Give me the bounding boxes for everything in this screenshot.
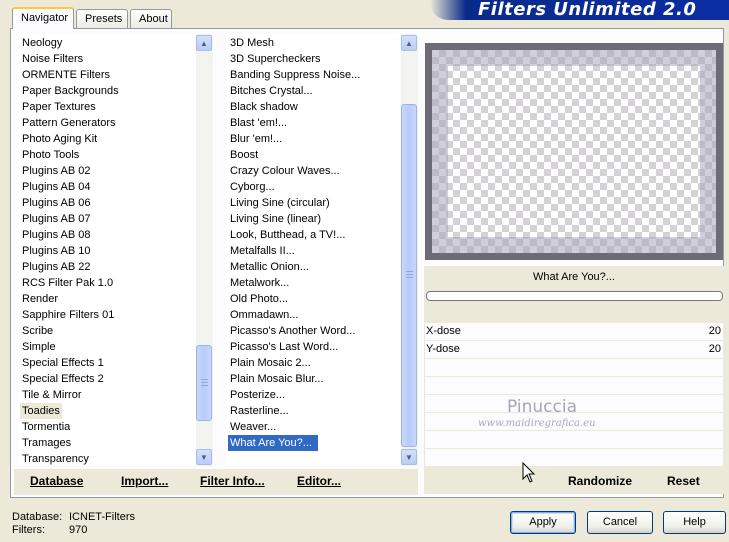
category-item[interactable]: ORMENTE Filters — [22, 67, 110, 83]
filter-item[interactable]: Blur 'em!... — [230, 131, 282, 147]
progress-bar — [426, 291, 723, 301]
category-item[interactable]: Transparency — [22, 451, 89, 466]
param-slot-8 — [425, 449, 723, 467]
filter-item[interactable]: Picasso's Last Word... — [230, 339, 338, 355]
tab-presets[interactable]: Presets — [76, 9, 128, 28]
watermark-name: Pinuccia — [507, 397, 577, 417]
filter-item[interactable]: Metallic Onion... — [230, 259, 309, 275]
filter-list[interactable]: 3D Mesh 3D Supercheckers Banding Suppress … — [226, 34, 400, 466]
category-item[interactable]: Tile & Mirror — [22, 387, 81, 403]
scroll-down-icon[interactable]: ▼ — [196, 449, 212, 465]
category-item[interactable]: Sapphire Filters 01 — [22, 307, 114, 323]
filter-item[interactable]: Boost — [230, 147, 258, 163]
filter-item[interactable]: Bitches Crystal... — [230, 83, 313, 99]
filters-count: 970 — [69, 524, 88, 536]
category-item[interactable]: Plugins AB 04 — [22, 179, 91, 195]
category-item[interactable]: Photo Aging Kit — [22, 131, 97, 147]
category-item[interactable]: Tramages — [22, 435, 71, 451]
database-label: Database: — [12, 511, 63, 523]
category-item[interactable]: Neology — [22, 35, 62, 51]
category-item[interactable]: Render — [22, 291, 58, 307]
param-slot-3 — [425, 359, 723, 377]
filter-item[interactable]: Banding Suppress Noise... — [230, 67, 360, 83]
database-value: ICNET-Filters — [69, 511, 135, 523]
scroll-down-icon[interactable]: ▼ — [401, 449, 417, 465]
filter-item[interactable]: Ommadawn... — [230, 307, 298, 323]
filter-item[interactable]: Living Sine (linear) — [230, 211, 321, 227]
param-label: X-dose — [426, 325, 461, 337]
category-item[interactable]: Tormentia — [22, 419, 70, 435]
editor-button[interactable]: Editor... — [297, 474, 341, 488]
category-scrollbar[interactable]: ▲ ▼ — [196, 34, 213, 466]
category-item[interactable]: Toadies — [20, 403, 62, 419]
watermark-url: www.maidiregrafica.eu — [478, 418, 596, 429]
param-y-dose[interactable]: Y-dose 20 — [425, 341, 723, 359]
help-button[interactable]: Help — [663, 511, 726, 534]
category-item[interactable]: Plugins AB 10 — [22, 243, 91, 259]
param-slot-7 — [425, 431, 723, 449]
filter-item[interactable]: Posterize... — [230, 387, 285, 403]
category-item[interactable]: Plugins AB 08 — [22, 227, 91, 243]
category-item[interactable]: Special Effects 1 — [22, 355, 104, 371]
randomize-button[interactable]: Randomize — [568, 474, 632, 488]
filter-info-button[interactable]: Filter Info... — [200, 474, 265, 488]
filter-item[interactable]: Old Photo... — [230, 291, 288, 307]
filter-item[interactable]: Metalwork... — [230, 275, 289, 291]
param-slot-4 — [425, 377, 723, 395]
filter-item[interactable]: Plain Mosaic Blur... — [230, 371, 324, 387]
scroll-up-icon[interactable]: ▲ — [196, 35, 212, 51]
category-item[interactable]: Paper Textures — [22, 99, 96, 115]
scroll-thumb[interactable] — [401, 104, 417, 447]
tab-about[interactable]: About — [130, 9, 172, 28]
filter-item[interactable]: Blast 'em!... — [230, 115, 287, 131]
category-item[interactable]: Pattern Generators — [22, 115, 116, 131]
scroll-up-icon[interactable]: ▲ — [401, 35, 417, 51]
param-value: 20 — [708, 343, 721, 355]
category-item[interactable]: Special Effects 2 — [22, 371, 104, 387]
import-button[interactable]: Import... — [121, 474, 168, 488]
filter-item[interactable]: Picasso's Another Word... — [230, 323, 355, 339]
param-x-dose[interactable]: X-dose 20 — [425, 323, 723, 341]
filters-label: Filters: — [12, 524, 45, 536]
filter-item[interactable]: What Are You?... — [228, 435, 318, 451]
filter-scrollbar[interactable]: ▲ ▼ — [401, 34, 418, 466]
category-item[interactable]: Simple — [22, 339, 56, 355]
database-button[interactable]: Database — [30, 474, 83, 488]
category-item[interactable]: Noise Filters — [22, 51, 83, 67]
category-item[interactable]: Photo Tools — [22, 147, 79, 163]
filter-item[interactable]: Cyborg... — [230, 179, 275, 195]
filter-item[interactable]: Crazy Colour Waves... — [230, 163, 340, 179]
filter-item[interactable]: Living Sine (circular) — [230, 195, 330, 211]
filter-item[interactable]: 3D Mesh — [230, 35, 274, 51]
param-value: 20 — [708, 325, 721, 337]
mouse-cursor-icon — [522, 462, 536, 483]
filter-item[interactable]: Black shadow — [230, 99, 298, 115]
filter-item[interactable]: Look, Butthead, a TV!... — [230, 227, 345, 243]
reset-button[interactable]: Reset — [667, 474, 700, 488]
selected-filter-title: What Are You?... — [533, 271, 615, 283]
category-item[interactable]: Paper Backgrounds — [22, 83, 119, 99]
tab-navigator[interactable]: Navigator — [12, 7, 74, 29]
category-item[interactable]: Scribe — [22, 323, 53, 339]
category-item[interactable]: Plugins AB 07 — [22, 211, 91, 227]
cancel-button[interactable]: Cancel — [587, 511, 653, 534]
param-label: Y-dose — [426, 343, 460, 355]
app-title: Filters Unlimited 2.0 — [478, 0, 697, 20]
filter-item[interactable]: Plain Mosaic 2... — [230, 355, 311, 371]
filter-item[interactable]: 3D Supercheckers — [230, 51, 321, 67]
filter-item[interactable]: Rasterline... — [230, 403, 289, 419]
filter-item[interactable]: Metalfalls II... — [230, 243, 295, 259]
category-item[interactable]: RCS Filter Pak 1.0 — [22, 275, 113, 291]
filter-item[interactable]: Weaver... — [230, 419, 276, 435]
category-item[interactable]: Plugins AB 22 — [22, 259, 91, 275]
scroll-thumb[interactable] — [196, 345, 212, 421]
category-item[interactable]: Plugins AB 06 — [22, 195, 91, 211]
category-list[interactable]: Neology Noise Filters ORMENTE Filters Paper… — [18, 34, 196, 466]
category-item[interactable]: Plugins AB 02 — [22, 163, 91, 179]
apply-button[interactable]: Apply — [510, 511, 576, 534]
